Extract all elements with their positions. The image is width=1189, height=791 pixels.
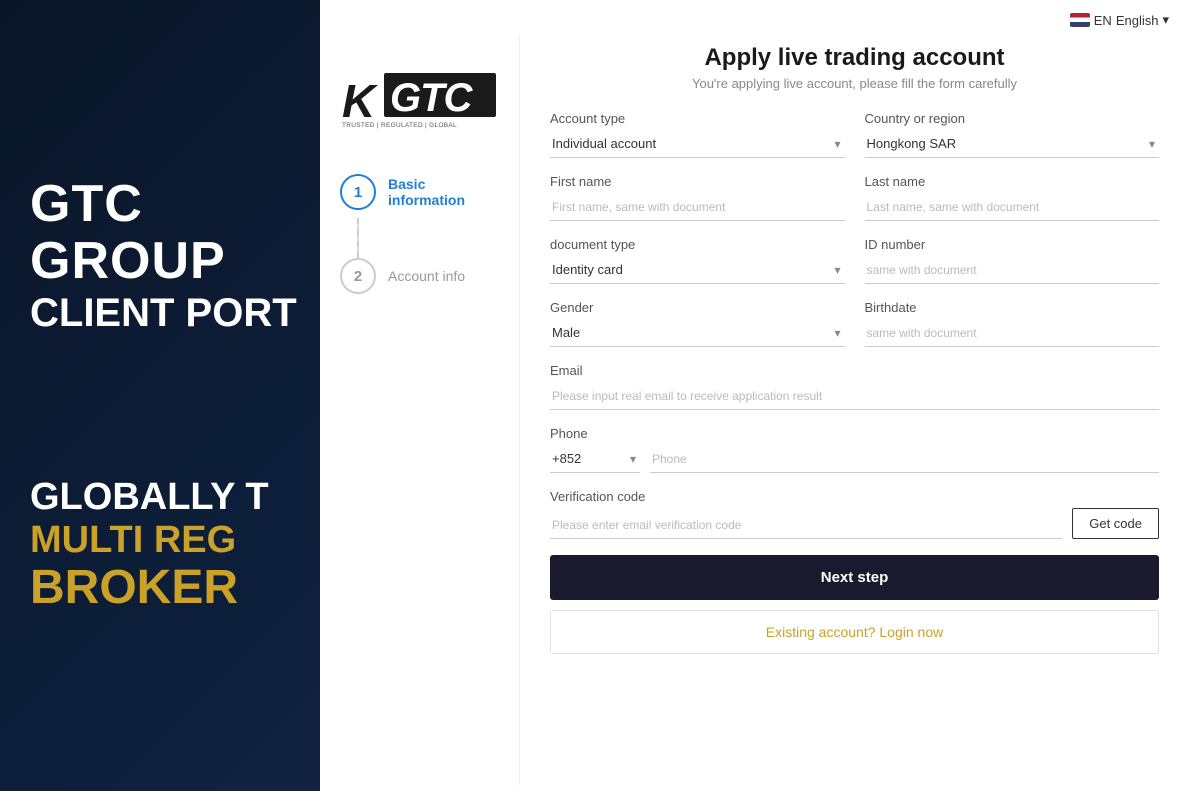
doc-type-select-wrapper: Identity card Passport (550, 256, 845, 284)
last-name-label: Last name (865, 174, 1160, 189)
birthdate-input[interactable] (865, 319, 1160, 347)
chevron-down-icon: ▾ (1162, 12, 1169, 28)
language-selector[interactable]: EN English ▾ (1070, 12, 1169, 28)
first-name-input[interactable] (550, 193, 845, 221)
country-select-wrapper: Hongkong SAR China United States (865, 130, 1160, 158)
gender-select[interactable]: Male Female (550, 319, 845, 347)
svg-text:TRUSTED | REGULATED | GLOBAL: TRUSTED | REGULATED | GLOBAL (342, 122, 457, 129)
country-select[interactable]: Hongkong SAR China United States (865, 130, 1160, 158)
first-name-group: First name (550, 174, 845, 221)
account-type-select[interactable]: Individual account Corporate account (550, 130, 845, 158)
step-2-item[interactable]: 2 Account info (340, 258, 465, 294)
verification-label: Verification code (550, 489, 1159, 504)
email-row: Email (550, 363, 1159, 410)
country-group: Country or region Hongkong SAR China Uni… (865, 111, 1160, 158)
phone-input-row: +852 +86 +1 (550, 445, 1159, 473)
language-label: EN (1094, 13, 1112, 28)
phone-prefix-wrapper: +852 +86 +1 (550, 445, 640, 473)
phone-label: Phone (550, 426, 1159, 441)
phone-group: Phone +852 +86 +1 (550, 426, 1159, 473)
account-type-select-wrapper: Individual account Corporate account (550, 130, 845, 158)
step-2-circle: 2 (340, 258, 376, 294)
last-name-input[interactable] (865, 193, 1160, 221)
phone-prefix-select[interactable]: +852 +86 +1 (550, 445, 640, 473)
birthdate-group: Birthdate (865, 300, 1160, 347)
svg-text:K: K (342, 75, 378, 127)
step-2-label: Account info (388, 268, 465, 284)
step-1-label: Basic information (388, 176, 499, 208)
card-body: K GTC TRUSTED | REGULATED | GLOBAL 1 Bas… (320, 34, 1189, 785)
verification-row: Verification code Get code (550, 489, 1159, 539)
step-connector (357, 218, 359, 258)
email-group: Email (550, 363, 1159, 410)
gender-birth-row: Gender Male Female Birthdate (550, 300, 1159, 347)
email-label: Email (550, 363, 1159, 378)
id-number-input[interactable] (865, 256, 1160, 284)
email-input[interactable] (550, 382, 1159, 410)
form-column: Apply live trading account You're applyi… (520, 34, 1189, 785)
step-1-item[interactable]: 1 Basic information (340, 174, 499, 210)
logo-svg: K GTC TRUSTED | REGULATED | GLOBAL (340, 69, 500, 129)
account-type-group: Account type Individual account Corporat… (550, 111, 845, 158)
last-name-group: Last name (865, 174, 1160, 221)
logo-area: K GTC TRUSTED | REGULATED | GLOBAL (340, 64, 500, 134)
flag-icon (1070, 13, 1090, 27)
language-bar: EN English ▾ (320, 0, 1189, 34)
id-number-group: ID number (865, 237, 1160, 284)
verification-code-input[interactable] (550, 511, 1062, 539)
existing-account-login-button[interactable]: Existing account? Login now (550, 610, 1159, 654)
doc-id-row: document type Identity card Passport ID … (550, 237, 1159, 284)
get-code-button[interactable]: Get code (1072, 508, 1159, 539)
account-country-row: Account type Individual account Corporat… (550, 111, 1159, 158)
language-name: English (1116, 13, 1159, 28)
phone-number-input[interactable] (650, 445, 1159, 473)
verification-input-wrap (550, 511, 1062, 539)
gender-group: Gender Male Female (550, 300, 845, 347)
form-subtitle: You're applying live account, please fil… (550, 76, 1159, 91)
svg-text:GTC: GTC (390, 76, 474, 120)
bg-broker-text: GLOBALLY T MULTI REG BROKER (30, 415, 320, 615)
bg-gtc-text: GTC GROUP CLIENT PORT (30, 176, 320, 334)
country-label: Country or region (865, 111, 1160, 126)
stepper-column: K GTC TRUSTED | REGULATED | GLOBAL 1 Bas… (320, 34, 520, 785)
id-number-label: ID number (865, 237, 1160, 252)
doc-type-group: document type Identity card Passport (550, 237, 845, 284)
first-name-label: First name (550, 174, 845, 189)
step-1-circle: 1 (340, 174, 376, 210)
birthdate-label: Birthdate (865, 300, 1160, 315)
main-card: EN English ▾ K GTC TRUSTED | REGULATED |… (320, 0, 1189, 791)
name-row: First name Last name (550, 174, 1159, 221)
verification-group: Verification code Get code (550, 489, 1159, 539)
doc-type-label: document type (550, 237, 845, 252)
verification-input-row: Get code (550, 508, 1159, 539)
gender-label: Gender (550, 300, 845, 315)
background-content: GTC GROUP CLIENT PORT GLOBALLY T MULTI R… (0, 0, 320, 791)
phone-row: Phone +852 +86 +1 (550, 426, 1159, 473)
doc-type-select[interactable]: Identity card Passport (550, 256, 845, 284)
account-type-label: Account type (550, 111, 845, 126)
next-step-button[interactable]: Next step (550, 555, 1159, 600)
form-title: Apply live trading account (550, 44, 1159, 72)
gender-select-wrapper: Male Female (550, 319, 845, 347)
